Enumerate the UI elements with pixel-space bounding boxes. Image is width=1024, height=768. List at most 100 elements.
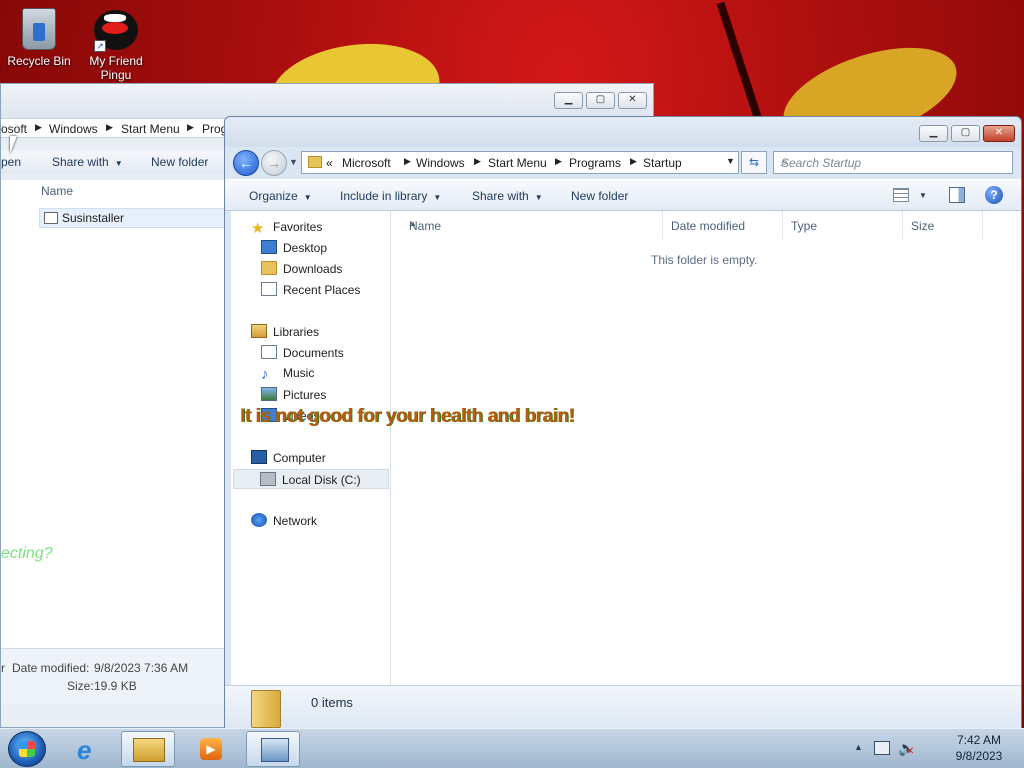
close-button[interactable]: ✕ — [618, 92, 647, 109]
taskbar-internet-explorer[interactable]: e — [64, 731, 118, 767]
start-button[interactable] — [8, 731, 46, 767]
taskbar-windows-explorer[interactable] — [121, 731, 175, 767]
nav-documents[interactable]: Documents — [261, 345, 344, 365]
desktop-icon-pingu[interactable]: ↗ My Friend Pingu — [78, 10, 154, 82]
share-with-label: Share with — [52, 155, 109, 169]
nav-label: Downloads — [283, 262, 343, 276]
new-folder-button[interactable]: New folder — [151, 155, 208, 169]
nav-libraries[interactable]: Libraries — [251, 324, 319, 344]
nav-downloads[interactable]: Downloads — [261, 261, 342, 281]
navigation-pane: ★ Favorites Desktop Downloads Recent Plac… — [231, 211, 391, 685]
forward-arrow-icon[interactable]: → — [261, 150, 287, 176]
refresh-icon[interactable]: ⇆ — [741, 151, 767, 174]
breadcrumb-overflow[interactable]: « — [326, 156, 333, 170]
nav-label: Music — [283, 366, 315, 380]
details-date-label: Date modified: — [12, 661, 90, 675]
column-header-date-modified[interactable]: Date modified — [663, 211, 783, 239]
organize-button[interactable]: Organize ▼ — [249, 189, 312, 203]
nav-local-disk[interactable]: Local Disk (C:) — [233, 469, 389, 489]
open-button[interactable]: pen — [1, 155, 21, 169]
column-header-type[interactable]: Type — [783, 211, 903, 239]
taskbar-media-player[interactable]: ▶ — [184, 731, 238, 767]
change-view-icon[interactable] — [893, 188, 909, 202]
column-header-name[interactable]: Name — [41, 184, 73, 198]
dropdown-arrow-icon: ▼ — [534, 193, 543, 202]
address-bar[interactable]: « Microsoft ▶ Windows ▶ Start Menu ▶ Pro… — [301, 151, 739, 174]
file-row[interactable]: Susinstaller — [39, 208, 225, 228]
nav-desktop[interactable]: Desktop — [261, 240, 327, 260]
share-with-label: Share with — [472, 189, 529, 203]
minimize-button[interactable]: ▁ — [554, 92, 583, 109]
nav-pictures[interactable]: Pictures — [261, 387, 326, 407]
breadcrumb-startup[interactable]: Startup — [643, 156, 682, 170]
network-status-icon[interactable] — [874, 741, 890, 755]
music-note-icon: ♪ — [261, 366, 269, 383]
chevron-right-icon[interactable]: ▶ — [187, 122, 194, 133]
breadcrumb-segment[interactable]: Windows — [49, 122, 98, 136]
downloads-folder-icon — [261, 261, 277, 275]
close-button[interactable]: ✕ — [983, 125, 1015, 142]
preview-pane-icon[interactable] — [949, 187, 965, 203]
share-with-button[interactable]: Share with ▼ — [472, 189, 543, 203]
column-label: Type — [791, 219, 818, 233]
show-hidden-icons-icon[interactable]: ▲ — [854, 742, 863, 752]
chevron-right-icon[interactable]: ▶ — [474, 156, 481, 167]
breadcrumb-start-menu[interactable]: Start Menu — [488, 156, 547, 170]
help-icon[interactable]: ? — [985, 186, 1003, 204]
chevron-right-icon[interactable]: ▶ — [35, 122, 42, 133]
nav-recent-places[interactable]: Recent Places — [261, 282, 360, 302]
back-arrow-icon[interactable]: ← — [233, 150, 259, 176]
dropdown-arrow-icon: ▼ — [114, 159, 123, 168]
chevron-right-icon[interactable]: ▶ — [555, 156, 562, 167]
nav-music[interactable]: ♪ Music — [261, 366, 314, 386]
recent-pages-dropdown-icon[interactable]: ▼ — [289, 157, 298, 167]
file-list-pane[interactable]: Name ▲ Date modified Type Size This fold… — [391, 211, 1021, 685]
back-file-list: Name Susinstaller ecting? — [1, 180, 225, 648]
chevron-right-icon[interactable]: ▶ — [106, 122, 113, 133]
nav-network[interactable]: Network — [251, 513, 317, 533]
view-dropdown-icon[interactable]: ▼ — [919, 191, 927, 200]
breadcrumb-programs[interactable]: Programs — [569, 156, 621, 170]
nav-label: Network — [273, 514, 318, 528]
recent-places-icon — [261, 282, 277, 296]
details-size-value: 19.9 KB — [94, 679, 137, 693]
column-header-size[interactable]: Size — [903, 211, 983, 239]
nav-computer[interactable]: Computer — [251, 450, 326, 470]
search-input[interactable]: Search Startup ⌕ — [773, 151, 1013, 174]
desktop-icon-label: My Friend Pingu — [89, 54, 143, 82]
back-details-pane: r Date modified: 9/8/2023 7:36 AM Size: … — [1, 648, 225, 704]
breadcrumb-microsoft[interactable]: Microsoft — [342, 156, 391, 170]
maximize-button[interactable]: ▢ — [951, 125, 980, 142]
chevron-right-icon[interactable]: ▶ — [630, 156, 637, 167]
maximize-button[interactable]: ▢ — [586, 92, 615, 109]
hard-disk-icon — [260, 472, 276, 486]
include-in-library-button[interactable]: Include in library ▼ — [340, 189, 441, 203]
clock-time: 7:42 AM — [956, 733, 1002, 747]
command-bar: Organize ▼ Include in library ▼ Share with… — [225, 179, 1021, 211]
nav-label: Computer — [273, 451, 326, 465]
breadcrumb-segment[interactable]: osoft — [1, 122, 27, 136]
address-dropdown-icon[interactable]: ▼ — [726, 156, 735, 166]
minimize-button[interactable]: ▁ — [919, 125, 948, 142]
nav-favorites[interactable]: ★ Favorites — [251, 219, 322, 239]
computer-icon — [251, 450, 267, 464]
column-label: Date modified — [671, 219, 746, 233]
clock[interactable]: 7:42 AM 9/8/2023 — [934, 732, 1024, 764]
search-icon[interactable]: ⌕ — [781, 155, 1006, 170]
share-with-button[interactable]: Share with ▼ — [52, 155, 123, 169]
breadcrumb-segment[interactable]: Start Menu — [121, 122, 180, 136]
chevron-right-icon[interactable]: ▶ — [404, 156, 411, 167]
new-folder-button[interactable]: New folder — [571, 189, 628, 203]
nav-label: Local Disk (C:) — [282, 473, 361, 487]
column-header-name[interactable]: Name ▲ — [401, 211, 663, 239]
breadcrumb-windows[interactable]: Windows — [416, 156, 465, 170]
window-titlebar[interactable]: ▁ ▢ ✕ — [225, 117, 1021, 147]
back-window-controls: ▁ ▢ ✕ — [554, 92, 647, 109]
network-icon — [251, 513, 267, 527]
media-player-icon: ▶ — [200, 738, 222, 760]
back-window-titlebar[interactable]: ▁ ▢ ✕ — [1, 84, 653, 118]
taskbar-control-panel[interactable] — [246, 731, 300, 767]
mouse-cursor-icon — [10, 136, 17, 154]
internet-explorer-icon: e — [77, 735, 92, 765]
desktop-icon-recycle-bin[interactable]: Recycle Bin — [1, 8, 77, 68]
